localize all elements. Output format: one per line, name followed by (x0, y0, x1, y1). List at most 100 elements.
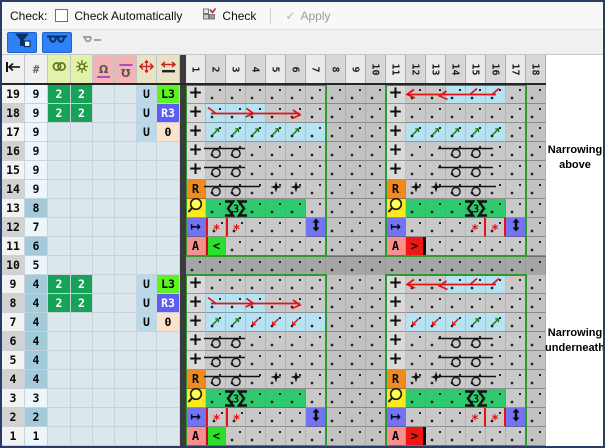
grid-cell-r18c3[interactable] (226, 104, 246, 123)
grid-cell-r11c13[interactable] (426, 237, 446, 256)
stitch-count[interactable]: 4 (25, 370, 48, 389)
narrow-stitches-right[interactable] (71, 256, 93, 275)
grid-cell-r17c4[interactable]: ↗ (246, 123, 266, 142)
grid-cell-r19c6[interactable] (286, 85, 306, 104)
grid-cell-r18c7[interactable] (306, 104, 326, 123)
loop-cell-right[interactable] (115, 123, 137, 142)
grid-cell-r9c5[interactable] (266, 275, 286, 294)
grid-cell-r4c10[interactable] (366, 370, 386, 389)
grid-cell-r7c3[interactable]: ↗ (226, 313, 246, 332)
grid-cell-r13c17[interactable] (506, 199, 526, 218)
grid-cell-r13c9[interactable] (346, 199, 366, 218)
loop-cell-right[interactable] (115, 351, 137, 370)
loop-cell-left[interactable] (93, 123, 115, 142)
loop-cell-left[interactable] (93, 427, 115, 446)
grid-cell-r3c13[interactable] (426, 389, 446, 408)
grid-cell-r13c18[interactable] (526, 199, 546, 218)
shift-value[interactable] (157, 408, 180, 427)
grid-cell-r19c15[interactable] (466, 85, 486, 104)
grid-cell-r5c10[interactable] (366, 351, 386, 370)
grid-cell-r8c14[interactable] (446, 294, 466, 313)
narrow-stitches-left[interactable] (48, 389, 71, 408)
grid-cell-r2c3[interactable]: * (226, 408, 246, 427)
loop-cell-left[interactable] (93, 351, 115, 370)
grid-cell-r2c9[interactable] (346, 408, 366, 427)
grid-cell-r13c12[interactable] (406, 199, 426, 218)
loop-cell-right[interactable] (115, 218, 137, 237)
shift-value[interactable] (157, 142, 180, 161)
loop-cell-right[interactable] (115, 161, 137, 180)
grid-cell-r5c16[interactable] (486, 351, 506, 370)
grid-cell-r15c11[interactable]: + (386, 161, 406, 180)
grid-cell-r17c8[interactable] (326, 123, 346, 142)
grid-cell-r16c13[interactable] (426, 142, 446, 161)
grid-cell-r9c18[interactable] (526, 275, 546, 294)
narrow-stitches-right[interactable]: 2 (71, 275, 93, 294)
grid-cell-r18c18[interactable] (526, 104, 546, 123)
grid-cell-r9c9[interactable] (346, 275, 366, 294)
stitch-count[interactable]: 2 (25, 408, 48, 427)
narrow-stitches-left[interactable] (48, 199, 71, 218)
grid-column-header-5[interactable]: 5 (266, 55, 286, 83)
loop-cell-right[interactable] (115, 256, 137, 275)
check-automatically-checkbox[interactable] (55, 9, 68, 22)
grid-cell-r5c4[interactable] (246, 351, 266, 370)
grid-cell-r3c7[interactable] (306, 389, 326, 408)
grid-cell-r2c11[interactable]: ↦ (386, 408, 406, 427)
grid-cell-r1c6[interactable] (286, 427, 306, 446)
grid-cell-r9c6[interactable] (286, 275, 306, 294)
grid-cell-r1c14[interactable] (446, 427, 466, 446)
grid-cell-r19c8[interactable] (326, 85, 346, 104)
loop-cell-right[interactable] (115, 294, 137, 313)
grid-cell-r12c14[interactable] (446, 218, 466, 237)
loop-cell-left[interactable] (93, 332, 115, 351)
loop-cell-right[interactable] (115, 427, 137, 446)
grid-cell-r14c13[interactable] (426, 180, 446, 199)
grid-cell-r5c1[interactable]: + (186, 351, 206, 370)
grid-cell-r18c8[interactable] (326, 104, 346, 123)
grid-cell-r19c13[interactable] (426, 85, 446, 104)
grid-cell-r11c16[interactable] (486, 237, 506, 256)
single-loop-button[interactable] (77, 32, 107, 53)
stitch-count[interactable]: 8 (25, 199, 48, 218)
grid-cell-r6c14[interactable] (446, 332, 466, 351)
grid-cell-r5c2[interactable] (206, 351, 226, 370)
grid-cell-r16c14[interactable] (446, 142, 466, 161)
grid-cell-r15c5[interactable] (266, 161, 286, 180)
grid-cell-r16c7[interactable] (306, 142, 326, 161)
grid-cell-r6c3[interactable] (226, 332, 246, 351)
grid-cell-r4c18[interactable] (526, 370, 546, 389)
grid-cell-r7c5[interactable]: ↙ (266, 313, 286, 332)
loop-cell-left[interactable] (93, 294, 115, 313)
loop-cell-right[interactable] (115, 85, 137, 104)
stitch-count[interactable]: 7 (25, 218, 48, 237)
narrow-stitches-left[interactable] (48, 370, 71, 389)
grid-cell-r1c16[interactable] (486, 427, 506, 446)
grid-cell-r12c7[interactable] (306, 218, 326, 237)
grid-column-header-8[interactable]: 8 (326, 55, 346, 83)
grid-cell-r4c13[interactable] (426, 370, 446, 389)
grid-cell-r6c10[interactable] (366, 332, 386, 351)
narrow-stitches-right[interactable] (71, 370, 93, 389)
grid-column-header-7[interactable]: 7 (306, 55, 326, 83)
grid-cell-r2c18[interactable] (526, 408, 546, 427)
grid-cell-r13c2[interactable] (206, 199, 226, 218)
grid-cell-r19c4[interactable] (246, 85, 266, 104)
grid-cell-r7c16[interactable]: ↗ (486, 313, 506, 332)
grid-cell-r14c9[interactable] (346, 180, 366, 199)
grid-cell-r1c3[interactable] (226, 427, 246, 446)
grid-cell-r11c11[interactable]: A (386, 237, 406, 256)
grid-cell-r4c14[interactable] (446, 370, 466, 389)
grid-cell-r4c6[interactable] (286, 370, 306, 389)
grid-cell-r4c9[interactable] (346, 370, 366, 389)
shift-value[interactable] (157, 256, 180, 275)
shift-value[interactable] (157, 218, 180, 237)
grid-cell-r14c4[interactable] (246, 180, 266, 199)
u-flag[interactable] (137, 256, 157, 275)
u-flag[interactable] (137, 370, 157, 389)
shift-value[interactable] (157, 389, 180, 408)
grid-cell-r15c4[interactable] (246, 161, 266, 180)
grid-cell-r15c17[interactable] (506, 161, 526, 180)
grid-cell-r11c2[interactable]: < (206, 237, 226, 256)
grid-cell-r4c12[interactable] (406, 370, 426, 389)
